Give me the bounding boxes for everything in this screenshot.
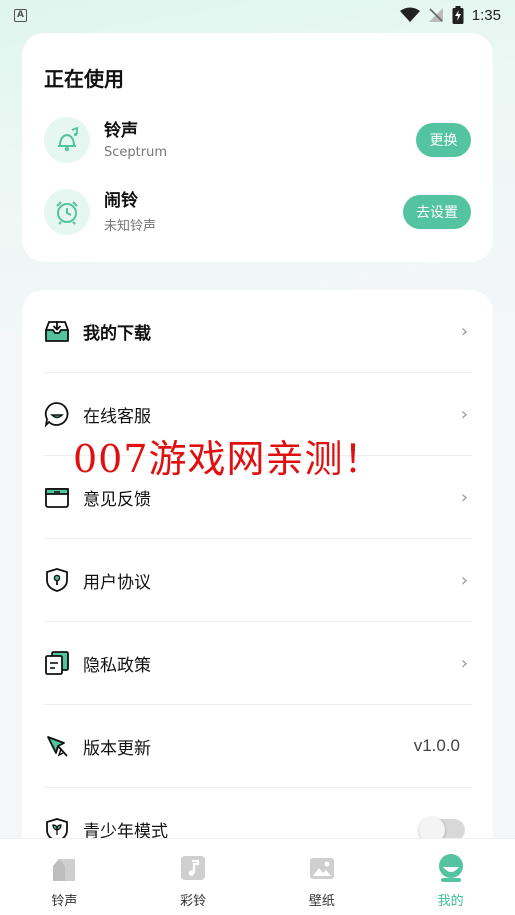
wifi-icon <box>399 7 420 22</box>
chevron-right-icon: › <box>460 320 468 342</box>
alarm-clock-icon <box>44 189 90 235</box>
nav-label: 铃声 <box>51 894 78 909</box>
currently-using-card: 正在使用 铃声 Sceptrum 更换 闹铃 未知铃声 去设置 <box>22 33 493 262</box>
watermark-text: 007游戏网亲测！ <box>73 437 383 481</box>
chat-bubble-icon <box>44 401 70 427</box>
nav-label: 彩铃 <box>180 894 207 909</box>
ringtone-sub: Sceptrum <box>104 145 167 160</box>
nav-tab-wallpapers[interactable]: 壁纸 <box>258 839 387 915</box>
clock-time: 1:35 <box>471 6 501 24</box>
nav-label: 我的 <box>437 894 464 909</box>
using-row-alarm: 闹铃 未知铃声 去设置 <box>44 187 471 237</box>
status-bar: A 1:35 <box>0 0 515 30</box>
menu-item-privacy-policy[interactable]: 隐私政策 › <box>44 622 472 705</box>
section-title: 正在使用 <box>44 67 124 91</box>
battery-charging-icon <box>452 6 464 24</box>
ringtone-name: 铃声 <box>104 121 138 141</box>
settings-menu-card: 我的下载 › 在线客服 › 意见反馈 › 用户协议 › 隐私政策 › 版本更新 … <box>22 290 493 915</box>
menu-item-user-agreement[interactable]: 用户协议 › <box>44 539 472 622</box>
feedback-box-icon <box>44 484 70 510</box>
house-icon <box>53 859 76 881</box>
shield-icon <box>44 567 70 593</box>
bottom-navigation: 铃声 彩铃 壁纸 我的 <box>0 838 515 915</box>
chevron-right-icon: › <box>460 652 468 674</box>
no-signal-icon <box>428 8 443 22</box>
picture-icon <box>309 858 334 879</box>
change-ringtone-button[interactable]: 更换 <box>416 123 471 157</box>
chevron-right-icon: › <box>460 403 468 425</box>
nav-tab-ringtones[interactable]: 铃声 <box>0 839 129 915</box>
alarm-sub: 未知铃声 <box>104 219 157 234</box>
chevron-right-icon: › <box>460 486 468 508</box>
using-row-ringtone: 铃声 Sceptrum 更换 <box>44 115 471 165</box>
chevron-right-icon: › <box>460 569 468 591</box>
rocket-icon <box>44 733 70 759</box>
nav-tab-color-ringtones[interactable]: 彩铃 <box>129 839 258 915</box>
documents-icon <box>44 650 70 676</box>
profile-face-icon <box>438 854 463 882</box>
version-value: v1.0.0 <box>413 736 460 755</box>
notification-a-icon: A <box>14 8 27 22</box>
menu-item-version-update[interactable]: 版本更新 v1.0.0 <box>44 705 472 788</box>
alarm-name: 闹铃 <box>104 191 138 211</box>
menu-label: 意见反馈 <box>83 489 151 510</box>
set-alarm-button[interactable]: 去设置 <box>403 195 471 229</box>
menu-item-downloads[interactable]: 我的下载 › <box>44 290 472 373</box>
bell-music-icon <box>44 117 90 163</box>
menu-label: 我的下载 <box>83 323 151 344</box>
menu-label: 隐私政策 <box>83 655 151 676</box>
menu-label: 用户协议 <box>83 572 151 593</box>
menu-label: 在线客服 <box>83 406 151 427</box>
music-note-icon <box>181 856 206 880</box>
menu-label: 版本更新 <box>83 738 151 759</box>
nav-label: 壁纸 <box>308 894 335 909</box>
nav-tab-mine[interactable]: 我的 <box>386 839 515 915</box>
download-tray-icon <box>44 318 70 344</box>
